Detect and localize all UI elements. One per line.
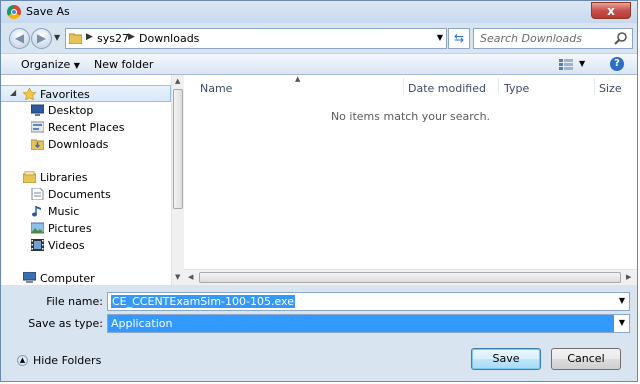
sidebar-item-recent-places[interactable]: Recent Places <box>1 119 171 136</box>
sidebar-item-favorites[interactable]: ◢ Favorites <box>1 85 171 102</box>
view-dropdown-icon[interactable]: ▼ <box>579 59 585 68</box>
column-header-name[interactable]: Name <box>200 82 232 95</box>
filetype-value: Application <box>108 315 614 332</box>
dialog-footer: ▲ Hide Folders Save Cancel <box>1 335 637 381</box>
column-divider[interactable] <box>498 78 499 95</box>
sidebar-item-documents[interactable]: Documents <box>1 186 171 203</box>
chrome-icon <box>7 5 21 19</box>
recent-places-icon <box>31 121 44 133</box>
address-bar[interactable]: ▶ sys27 ▶ Downloads ▼ <box>65 28 447 49</box>
sidebar-item-desktop[interactable]: Desktop <box>1 102 171 119</box>
back-button[interactable]: ◀ <box>9 28 30 49</box>
column-divider[interactable] <box>594 78 595 95</box>
recent-locations-dropdown-icon[interactable]: ▼ <box>54 33 60 42</box>
sidebar-label-pictures: Pictures <box>48 222 92 235</box>
sidebar-label-libraries: Libraries <box>40 171 88 184</box>
sidebar-item-libraries[interactable]: Libraries <box>1 169 171 186</box>
file-list-scrollbar[interactable]: ◀ ▶ <box>184 269 637 285</box>
refresh-button[interactable]: ⇆ <box>448 28 470 49</box>
scroll-up-icon[interactable]: ▲ <box>175 77 180 85</box>
computer-icon <box>23 272 36 283</box>
filename-value: CE_CCENTExamSim-100-105.exe <box>111 295 295 308</box>
window-title: Save As <box>26 5 70 18</box>
save-button[interactable]: Save <box>471 348 541 370</box>
search-input[interactable]: Search Downloads <box>473 28 633 49</box>
column-header-type[interactable]: Type <box>504 82 529 95</box>
empty-message: No items match your search. <box>330 110 491 123</box>
breadcrumb-arrow-icon[interactable]: ▶ <box>86 32 93 42</box>
save-as-dialog: Save As x ◀ ▶ ▼ ▶ sys27 ▶ Downloads ▼ ⇆ … <box>0 0 638 382</box>
column-header-date-modified[interactable]: Date modified <box>408 82 486 95</box>
filetype-label: Save as type: <box>28 317 103 330</box>
column-divider[interactable] <box>403 78 404 95</box>
collapse-arrow-icon[interactable]: ◢ <box>10 88 16 97</box>
file-list-scroll-thumb[interactable] <box>199 272 621 283</box>
breadcrumb-downloads[interactable]: Downloads <box>139 32 199 45</box>
sidebar-label-computer: Computer <box>40 272 95 285</box>
command-bar: Organize ▼ New folder ▼ ? <box>1 53 637 75</box>
hide-folders-button[interactable]: Hide Folders <box>33 354 101 367</box>
organize-button[interactable]: Organize ▼ <box>21 58 80 71</box>
title-bar: Save As x <box>1 1 637 23</box>
chevron-down-icon: ▼ <box>73 61 80 70</box>
search-placeholder: Search Downloads <box>480 32 582 45</box>
sidebar-scrollbar[interactable]: ▲ ▼ <box>171 75 184 285</box>
sidebar-item-computer[interactable]: Computer <box>1 270 171 285</box>
sidebar-label-music: Music <box>48 205 80 218</box>
forward-button[interactable]: ▶ <box>31 28 52 49</box>
breadcrumb-arrow-icon[interactable]: ▶ <box>128 32 135 42</box>
sidebar-label-favorites: Favorites <box>40 88 90 101</box>
music-icon <box>32 206 41 217</box>
documents-icon <box>31 188 44 200</box>
sidebar-label-downloads: Downloads <box>48 138 109 151</box>
filetype-dropdown-icon[interactable]: ▼ <box>619 318 625 327</box>
videos-icon <box>31 239 44 251</box>
navigation-bar: ◀ ▶ ▼ ▶ sys27 ▶ Downloads ▼ ⇆ Search Dow… <box>1 23 637 53</box>
sidebar-scroll-thumb[interactable] <box>173 89 183 209</box>
scroll-down-icon[interactable]: ▼ <box>175 273 180 281</box>
sidebar-item-downloads[interactable]: Downloads <box>1 136 171 153</box>
close-button[interactable]: x <box>591 2 631 19</box>
organize-label: Organize <box>21 58 71 71</box>
filename-field[interactable]: CE_CCENTExamSim-100-105.exe ▼ <box>107 292 630 311</box>
chevron-up-icon[interactable]: ▲ <box>17 355 28 366</box>
navigation-pane: ◢ Favorites Desktop Recent Places Downlo… <box>1 75 185 285</box>
sort-ascending-icon: ▲ <box>295 75 301 83</box>
star-icon <box>23 88 36 100</box>
sidebar-label-desktop: Desktop <box>48 104 94 117</box>
sidebar-item-pictures[interactable]: Pictures <box>1 220 171 237</box>
sidebar-item-music[interactable]: Music <box>1 203 171 220</box>
scroll-left-icon[interactable]: ◀ <box>188 273 193 281</box>
sidebar-item-videos[interactable]: Videos <box>1 237 171 254</box>
save-form: File name: CE_CCENTExamSim-100-105.exe ▼… <box>1 285 637 335</box>
cancel-button[interactable]: Cancel <box>551 348 621 370</box>
search-icon[interactable] <box>614 31 628 45</box>
help-icon[interactable]: ? <box>610 57 624 71</box>
sidebar-label-recent-places: Recent Places <box>48 121 125 134</box>
sidebar-label-documents: Documents <box>48 188 111 201</box>
libraries-icon <box>23 171 36 183</box>
file-list-pane: Name ▲ Date modified Type Size No items … <box>184 75 637 285</box>
folder-icon <box>69 33 82 44</box>
filename-dropdown-icon[interactable]: ▼ <box>619 296 625 305</box>
breadcrumb-sys27[interactable]: sys27 <box>97 32 129 45</box>
column-header-size[interactable]: Size <box>599 82 622 95</box>
filename-label: File name: <box>46 295 103 308</box>
scroll-right-icon[interactable]: ▶ <box>626 273 631 281</box>
address-dropdown-icon[interactable]: ▼ <box>437 33 443 42</box>
new-folder-button[interactable]: New folder <box>94 58 153 71</box>
view-options-icon[interactable] <box>559 59 573 70</box>
filetype-select[interactable]: Application ▼ <box>107 314 630 333</box>
downloads-folder-icon <box>31 139 44 150</box>
sidebar-label-videos: Videos <box>48 239 85 252</box>
desktop-icon <box>31 104 44 116</box>
pictures-icon <box>31 222 44 234</box>
